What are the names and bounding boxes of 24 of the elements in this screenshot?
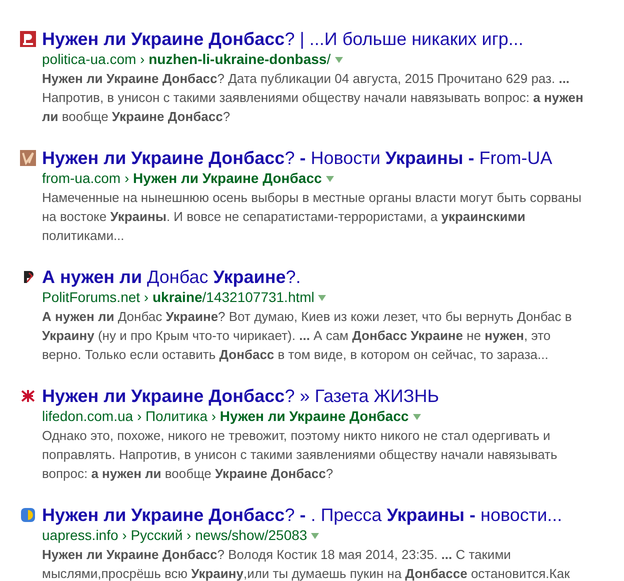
favicon-icon [20, 388, 36, 404]
result-title-link[interactable]: А нужен ли Донбас Украине?. [42, 266, 592, 288]
result-title-link[interactable]: Нужен ли Украине Донбасс? - . Пресса Украины - новости... [42, 504, 592, 526]
result-snippet: Нужен ли Украине Донбасс? Володя Костик 18 мая 2014, 23:35. ... С такими мыслями,просрёшь всю Украину,или ты думаешь пукин на Донбассе остановится.Как [42, 546, 571, 581]
caret-icon[interactable] [326, 176, 334, 182]
result-snippet: Однако это, похоже, никого не тревожит, поэтому никто никого не стал одергивать и поправлять. Напротив, в унисон с такими заявлениями обществу начали навязывать вопрос: а нужен ли вообще Украине Донбасс? [42, 427, 558, 483]
result-url: politica-ua.com › nuzhen-li-ukraine-donbass/ [42, 50, 331, 69]
result-title-link[interactable]: Нужен ли Украине Донбасс? » Газета ЖИЗНЬ [42, 385, 592, 407]
favicon-icon [20, 150, 36, 166]
favicon-icon [20, 507, 36, 523]
caret-icon[interactable] [318, 294, 326, 300]
caret-icon[interactable] [311, 532, 320, 538]
caret-icon[interactable] [412, 414, 421, 420]
result-snippet: Намеченные на нынешнюю осень выборы в местные органы власти могут быть сорваны на востоке Украины. И вовсе не сепаратистами-террористами, а украинскими политиками... [42, 189, 582, 245]
result-title-link[interactable]: Нужен ли Украине Донбасс? - Новости Украины - From-UA [42, 147, 592, 169]
favicon-icon [20, 31, 36, 47]
result-snippet: Нужен ли Украине Донбасс? Дата публикации 04 августа, 2015 Прочитано 629 раз. ... Напротив, в унисон с такими заявлениями обществу начали навязывать вопрос: а нужен ли вообще Украине Донбасс? [42, 70, 584, 126]
result-title-link[interactable]: Нужен ли Украине Донбасс? | ...И больше никаких игр... [42, 28, 592, 50]
result-url: lifedon.com.ua › Политика › Нужен ли Украине Донбасс [42, 407, 409, 426]
result-url: from-ua.com › Нужен ли Украине Донбасс [42, 169, 322, 188]
result-url: PolitForums.net › ukraine/1432107731.html [42, 288, 314, 307]
result-snippet: А нужен ли Донбас Украине? Вот думаю, Киев из кожи лезет, что бы вернуть Донбас в Украину (ну и про Крым что-то чирикает). ... А сам Донбасс Украине не нужен, это верно. Только если оставить Донбасс в том виде, в котором он сейчас, то зараза... [42, 308, 573, 364]
result-url: uapress.info › Русский › news/show/25083 [42, 526, 308, 545]
caret-icon[interactable] [334, 56, 343, 62]
